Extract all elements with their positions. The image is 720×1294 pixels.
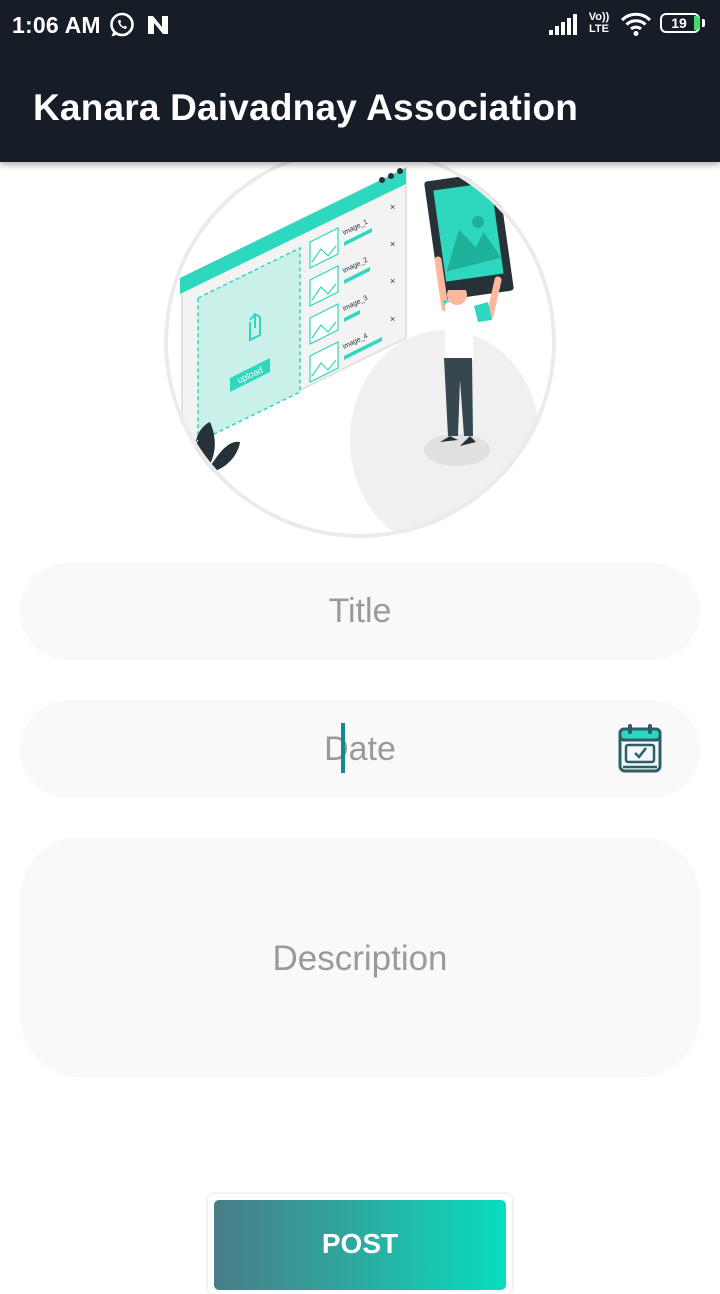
wifi-icon <box>620 12 652 36</box>
svg-text:×: × <box>390 314 395 324</box>
post-button[interactable]: POST <box>214 1200 506 1290</box>
app-bar: Kanara Daivadnay Association <box>0 50 720 162</box>
description-input[interactable]: Description <box>20 837 700 1077</box>
app-title: Kanara Daivadnay Association <box>33 87 579 128</box>
status-bar: 1:06 AM Vo)) LTE 19 <box>0 0 720 50</box>
title-placeholder: Title <box>328 592 392 630</box>
status-time: 1:06 AM <box>12 12 101 38</box>
svg-text:×: × <box>390 276 395 286</box>
title-input[interactable]: Title <box>20 563 700 660</box>
calendar-check-icon[interactable] <box>617 722 663 774</box>
upload-illustration: upload image_1 × image_2 × image_3 × ima… <box>164 150 556 538</box>
svg-text:×: × <box>390 239 395 249</box>
text-caret <box>341 723 345 773</box>
battery-level: 19 <box>671 15 687 31</box>
post-button-container: POST <box>208 1194 512 1294</box>
volte-icon: Vo)) LTE <box>588 11 610 35</box>
battery-icon: 19 <box>660 13 708 35</box>
date-placeholder: Date <box>324 730 396 768</box>
svg-text:×: × <box>390 202 395 212</box>
description-placeholder: Description <box>272 939 448 978</box>
n-notification-icon <box>148 16 168 34</box>
date-input[interactable]: Date <box>20 700 700 798</box>
signal-icon <box>549 14 577 35</box>
whatsapp-icon <box>110 12 134 37</box>
